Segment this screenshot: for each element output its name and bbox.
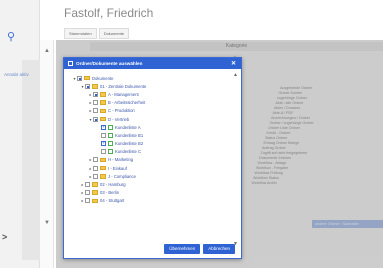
tree-label: 02 - Hamburg bbox=[100, 182, 126, 188]
tree-row[interactable]: ▸ C - Produktion bbox=[72, 107, 236, 115]
sidebar-panel bbox=[22, 60, 40, 260]
scroll-down-icon[interactable]: ▼ bbox=[44, 220, 50, 226]
folder-icon bbox=[100, 157, 106, 163]
folder-icon bbox=[100, 92, 106, 97]
tree-checkbox[interactable] bbox=[101, 140, 106, 147]
folder-icon bbox=[100, 165, 106, 171]
tree-checkbox[interactable] bbox=[77, 75, 82, 81]
apply-button[interactable]: Übernehmen bbox=[164, 244, 201, 254]
tree-checkbox[interactable] bbox=[85, 190, 90, 196]
tree-label: Kundenliste A bbox=[115, 124, 141, 130]
dialog-scrollbar[interactable]: ▲ ▼ bbox=[233, 72, 238, 247]
tree-checkbox[interactable] bbox=[101, 124, 106, 130]
folder-icon bbox=[100, 100, 106, 105]
document-icon bbox=[108, 149, 113, 155]
tree-label: B - Arbeitssicherheit bbox=[108, 100, 146, 106]
tree-label: D - Vertrieb bbox=[108, 116, 130, 122]
tree-label: Kundenliste B1 bbox=[115, 132, 144, 138]
scroll-up-icon[interactable]: ▲ bbox=[44, 48, 50, 54]
tree-row[interactable]: ▾ Dokumente bbox=[72, 74, 236, 82]
tree-label: 04 - Stuttgart bbox=[100, 198, 125, 204]
tree-row[interactable]: ▾ 01 - Zentrale Dokumente bbox=[72, 82, 236, 90]
tree-row[interactable]: ▸ A - Management bbox=[72, 90, 236, 98]
tab-0[interactable]: Stammdaten bbox=[64, 28, 97, 39]
folder-icon bbox=[92, 198, 98, 204]
tree-label: 03 - Berlin bbox=[100, 190, 120, 196]
tree-row[interactable]: Kundenliste B1 bbox=[72, 131, 236, 139]
tree-row[interactable]: ▾ D - Vertrieb bbox=[72, 115, 236, 123]
tree-checkbox[interactable] bbox=[93, 108, 98, 114]
folder-icon bbox=[100, 108, 106, 114]
tree-checkbox[interactable] bbox=[93, 91, 98, 97]
tree-row[interactable]: ▸ H - Marketing bbox=[72, 156, 236, 164]
document-icon bbox=[108, 132, 113, 138]
tree-row[interactable]: ▸ 04 - Stuttgart bbox=[72, 197, 236, 205]
tree-label: Dokumente bbox=[92, 75, 114, 81]
folder-select-dialog: Ordner/Dokumente auswählen ✕ ▾ Dokumente ▾… bbox=[63, 57, 242, 259]
dialog-footer: Übernehmen Abbrechen bbox=[64, 238, 241, 258]
scroll-up-icon[interactable]: ▲ bbox=[233, 72, 238, 78]
folder-icon bbox=[84, 75, 90, 81]
tree-row[interactable]: Kundenliste B2 bbox=[72, 140, 236, 148]
tree-label: I - Einkauf bbox=[108, 165, 127, 171]
dialog-title: Ordner/Dokumente auswählen bbox=[76, 61, 143, 66]
sidebar: ⚲ Annabt aktiv > bbox=[0, 0, 40, 268]
tree-checkbox[interactable] bbox=[85, 182, 90, 188]
tree-label: Kundenliste B2 bbox=[115, 141, 144, 147]
tree-row[interactable]: Kundenliste C bbox=[72, 148, 236, 156]
sidebar-label[interactable]: Annabt aktiv bbox=[4, 72, 29, 77]
search-icon[interactable]: ⚲ bbox=[3, 28, 19, 44]
folder-tree: ▾ Dokumente ▾ 01 - Zentrale Dokumente ▸ A - M… bbox=[72, 74, 236, 224]
tree-checkbox[interactable] bbox=[85, 83, 90, 89]
tree-checkbox[interactable] bbox=[93, 100, 98, 106]
folder-icon bbox=[92, 84, 98, 89]
close-icon[interactable]: ✕ bbox=[231, 60, 236, 67]
document-icon bbox=[108, 141, 113, 147]
folder-icon bbox=[92, 182, 98, 187]
tree-checkbox[interactable] bbox=[101, 132, 106, 138]
dialog-header: Ordner/Dokumente auswählen ✕ bbox=[64, 58, 241, 69]
tree-checkbox[interactable] bbox=[93, 165, 98, 171]
tree-label: Kundenliste C bbox=[115, 149, 142, 155]
left-panel bbox=[40, 40, 54, 268]
tree-label: C - Produktion bbox=[108, 108, 135, 114]
tab-bar: Stammdaten Dokumente bbox=[64, 28, 130, 39]
tree-row[interactable]: ▸ B - Arbeitssicherheit bbox=[72, 99, 236, 107]
tree-checkbox[interactable] bbox=[93, 173, 98, 179]
tree-checkbox[interactable] bbox=[93, 157, 98, 163]
window-icon bbox=[68, 61, 73, 66]
page-title: Fastolf, Friedrich bbox=[64, 6, 154, 20]
tree-row[interactable]: ▸ J - Compliance bbox=[72, 172, 236, 180]
tree-checkbox[interactable] bbox=[101, 149, 106, 155]
document-icon bbox=[108, 124, 113, 130]
folder-icon bbox=[100, 174, 106, 179]
tree-label: A - Management bbox=[108, 91, 139, 97]
tree-checkbox[interactable] bbox=[85, 198, 90, 204]
tree-row[interactable]: Kundenliste A bbox=[72, 123, 236, 131]
tree-checkbox[interactable] bbox=[93, 116, 98, 122]
folder-icon bbox=[92, 190, 98, 195]
tree-label: 01 - Zentrale Dokumente bbox=[100, 83, 147, 89]
folder-icon bbox=[100, 116, 106, 122]
tab-1[interactable]: Dokumente bbox=[98, 28, 130, 39]
tree-row[interactable]: ▸ 02 - Hamburg bbox=[72, 180, 236, 188]
tree-row[interactable]: ▸ 03 - Berlin bbox=[72, 189, 236, 197]
cancel-button[interactable]: Abbrechen bbox=[203, 244, 235, 254]
tree-label: J - Compliance bbox=[108, 173, 136, 179]
tree-row[interactable]: ▸ I - Einkauf bbox=[72, 164, 236, 172]
expand-arrow-icon[interactable]: > bbox=[2, 232, 7, 242]
tree-label: H - Marketing bbox=[108, 157, 134, 163]
